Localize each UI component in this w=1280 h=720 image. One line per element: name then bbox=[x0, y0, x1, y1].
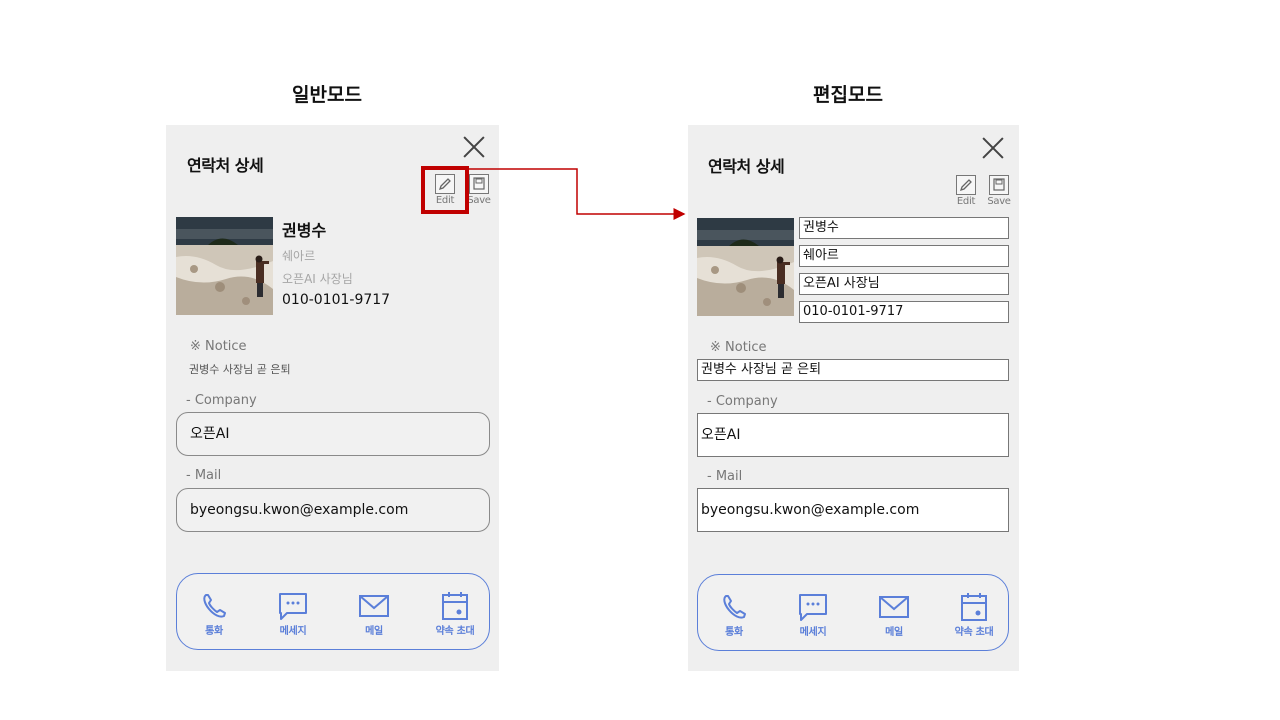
edit-highlight-box bbox=[421, 166, 469, 214]
contact-nickname: 쉐아르 bbox=[282, 249, 316, 263]
invite-label: 약속 초대 bbox=[435, 626, 475, 637]
invite-button[interactable]: 약속 초대 bbox=[430, 591, 480, 637]
mail-label-action: 메일 bbox=[885, 627, 903, 638]
notice-label: ※ Notice bbox=[190, 339, 247, 354]
invite-label: 약속 초대 bbox=[954, 627, 994, 638]
invite-button[interactable]: 약속 초대 bbox=[949, 592, 999, 638]
mail-label: - Mail bbox=[707, 469, 743, 484]
contact-photo bbox=[697, 218, 794, 316]
message-icon bbox=[799, 594, 827, 621]
save-icon bbox=[469, 174, 489, 194]
mail-input[interactable]: byeongsu.kwon@example.com bbox=[697, 488, 1009, 532]
calendar-icon bbox=[442, 592, 468, 620]
mail-label: - Mail bbox=[186, 468, 222, 483]
message-icon bbox=[279, 593, 307, 620]
company-label: - Company bbox=[707, 394, 778, 409]
close-icon[interactable] bbox=[980, 135, 1006, 161]
panel-title: 연락처 상세 bbox=[708, 157, 785, 176]
edit-mode-panel: 연락처 상세 Edit Save 권병수 쉐아르 오픈AI 사장님 010-01… bbox=[688, 125, 1019, 671]
action-bar: 통화 메세지 메일 약속 초대 bbox=[697, 574, 1009, 651]
mail-button[interactable]: 메일 bbox=[349, 591, 399, 637]
action-bar: 통화 메세지 메일 약속 초대 bbox=[176, 573, 490, 650]
nickname-input[interactable]: 쉐아르 bbox=[799, 245, 1009, 267]
mail-button[interactable]: 메일 bbox=[869, 592, 919, 638]
contact-title: 오픈AI 사장님 bbox=[282, 272, 353, 286]
message-button[interactable]: 메세지 bbox=[268, 591, 318, 637]
save-button[interactable]: Save bbox=[984, 175, 1014, 211]
phone-icon bbox=[203, 594, 226, 618]
title-input[interactable]: 오픈AI 사장님 bbox=[799, 273, 1009, 295]
company-label: - Company bbox=[186, 393, 257, 408]
panel-title: 연락처 상세 bbox=[187, 156, 264, 175]
name-input[interactable]: 권병수 bbox=[799, 217, 1009, 239]
message-label: 메세지 bbox=[279, 626, 307, 637]
contact-photo bbox=[176, 217, 273, 315]
normal-mode-title: 일반모드 bbox=[292, 84, 362, 106]
notice-input[interactable]: 권병수 사장님 곧 은퇴 bbox=[697, 359, 1009, 381]
pencil-icon bbox=[956, 175, 976, 195]
mail-icon bbox=[879, 596, 909, 618]
edit-button-label: Edit bbox=[956, 196, 976, 207]
mail-icon bbox=[359, 595, 389, 617]
notice-label: ※ Notice bbox=[710, 340, 767, 355]
company-field: 오픈AI bbox=[176, 412, 490, 456]
edit-mode-title: 편집모드 bbox=[813, 84, 883, 106]
company-input[interactable]: 오픈AI bbox=[697, 413, 1009, 457]
save-button-label: Save bbox=[987, 196, 1011, 207]
call-label: 통화 bbox=[205, 626, 223, 637]
calendar-icon bbox=[961, 593, 987, 621]
save-icon bbox=[989, 175, 1009, 195]
mail-field: byeongsu.kwon@example.com bbox=[176, 488, 490, 532]
message-label: 메세지 bbox=[799, 627, 827, 638]
close-icon[interactable] bbox=[461, 134, 487, 160]
contact-name: 권병수 bbox=[282, 221, 327, 240]
notice-text: 권병수 사장님 곧 은퇴 bbox=[189, 363, 291, 376]
mail-label-action: 메일 bbox=[365, 626, 383, 637]
call-label: 통화 bbox=[725, 627, 743, 638]
phone-input[interactable]: 010-0101-9717 bbox=[799, 301, 1009, 323]
call-button[interactable]: 통화 bbox=[709, 592, 759, 638]
message-button[interactable]: 메세지 bbox=[788, 592, 838, 638]
phone-icon bbox=[723, 595, 746, 619]
edit-button[interactable]: Edit bbox=[951, 175, 981, 211]
call-button[interactable]: 통화 bbox=[189, 591, 239, 637]
contact-phone: 010-0101-9717 bbox=[282, 292, 391, 308]
